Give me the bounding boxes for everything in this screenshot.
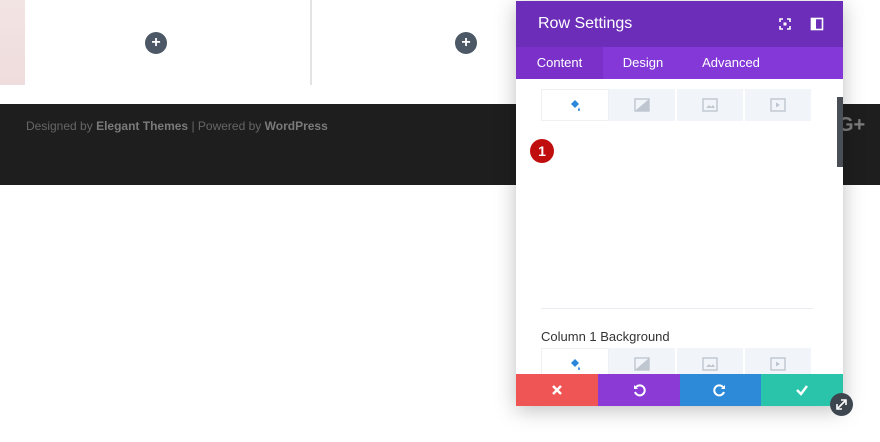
- sidebar-toggle-icon[interactable]: [809, 16, 825, 32]
- powered-by-prefix: Powered by: [197, 119, 262, 133]
- undo-button[interactable]: [597, 374, 680, 406]
- modal-title: Row Settings: [538, 15, 633, 32]
- modal-footer: [516, 374, 843, 406]
- tab-content[interactable]: Content: [516, 47, 603, 79]
- color-fill-icon[interactable]: [541, 348, 609, 374]
- powered-by-link[interactable]: WordPress: [265, 119, 328, 133]
- add-module-button[interactable]: +: [455, 32, 477, 54]
- gradient-icon[interactable]: [609, 348, 677, 374]
- image-icon[interactable]: [677, 89, 745, 121]
- designed-by-prefix: Designed by: [26, 119, 93, 133]
- step-badge: 1: [530, 139, 554, 163]
- close-icon: [552, 385, 562, 395]
- section-label: Column 1 Background: [541, 329, 670, 344]
- fullscreen-icon[interactable]: [777, 16, 793, 32]
- background-type-tabs: [541, 89, 813, 121]
- redo-button[interactable]: [679, 374, 762, 406]
- modal-header: Row Settings: [516, 1, 843, 47]
- video-icon[interactable]: [745, 89, 813, 121]
- check-icon: [796, 385, 809, 396]
- redo-icon: [713, 384, 726, 397]
- designed-by-link[interactable]: Elegant Themes: [96, 119, 188, 133]
- row-settings-modal: Row Settings Content Design Advanced 1 C…: [516, 1, 843, 406]
- tab-design[interactable]: Design: [603, 47, 683, 79]
- column-divider: [310, 0, 312, 85]
- color-fill-icon[interactable]: [541, 89, 609, 121]
- undo-icon: [633, 384, 646, 397]
- image-icon[interactable]: [677, 348, 745, 374]
- image-thumbnail: [0, 0, 25, 85]
- add-module-button[interactable]: +: [145, 32, 167, 54]
- footer-credits: Designed by Elegant Themes | Powered by …: [26, 119, 328, 133]
- builder-canvas: + + Designed by Elegant Themes | Powered…: [0, 0, 880, 442]
- divider: [541, 308, 813, 309]
- modal-tabs: Content Design Advanced: [516, 47, 843, 79]
- scrollbar[interactable]: [837, 97, 843, 167]
- modal-body: 1 Column 1 Background: [516, 79, 843, 374]
- tab-advanced[interactable]: Advanced: [683, 47, 779, 79]
- credits-separator: |: [191, 119, 195, 133]
- column-background-type-tabs: [541, 348, 813, 374]
- resize-handle[interactable]: [830, 393, 853, 416]
- video-icon[interactable]: [745, 348, 813, 374]
- discard-button[interactable]: [516, 374, 598, 406]
- resize-icon: [836, 399, 847, 410]
- gradient-icon[interactable]: [609, 89, 677, 121]
